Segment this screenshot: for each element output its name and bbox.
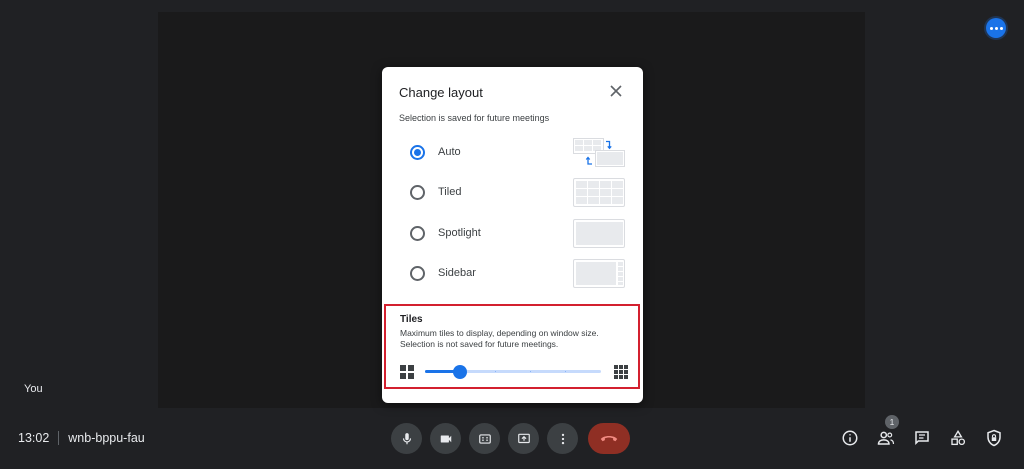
more-actions-button[interactable] <box>547 423 578 454</box>
tiles-slider-row <box>400 364 630 380</box>
option-label-tiled: Tiled <box>438 186 462 198</box>
tiles-description-line-1: Maximum tiles to display, depending on w… <box>400 328 599 338</box>
close-icon <box>610 85 622 97</box>
camera-button[interactable] <box>430 423 461 454</box>
option-label-spotlight: Spotlight <box>438 227 481 239</box>
people-icon <box>877 431 895 445</box>
captions-button[interactable] <box>469 423 500 454</box>
meeting-details-button[interactable] <box>838 426 862 450</box>
slider-tick <box>565 371 566 372</box>
slider-tick <box>530 371 531 372</box>
more-options-icon[interactable] <box>986 18 1006 38</box>
host-controls-button[interactable] <box>982 426 1006 450</box>
close-button[interactable] <box>608 83 624 99</box>
chat-icon <box>915 431 929 446</box>
auto-layout-preview-icon <box>573 138 625 167</box>
radio-spotlight[interactable] <box>410 225 425 241</box>
people-button[interactable]: 1 <box>874 415 899 450</box>
tiles-slider-handle[interactable] <box>453 365 467 379</box>
tiled-layout-preview-icon <box>573 178 625 207</box>
activities-icon <box>951 429 966 446</box>
tiles-description-line-2: Selection is not saved for future meetin… <box>400 339 559 349</box>
more-vert-icon <box>561 433 564 444</box>
shield-lock-icon <box>987 429 1001 447</box>
leave-call-button[interactable] <box>588 423 630 454</box>
dialog-title: Change layout <box>399 85 483 100</box>
change-layout-dialog: Change layout Selection is saved for fut… <box>382 67 643 403</box>
hang-up-icon <box>600 435 618 441</box>
camera-icon <box>440 435 451 442</box>
divider <box>58 431 60 445</box>
layout-option-sidebar[interactable]: Sidebar <box>410 257 632 289</box>
radio-auto[interactable] <box>410 144 425 160</box>
tiles-section: Tiles Maximum tiles to display, dependin… <box>384 304 640 389</box>
dialog-note: Selection is saved for future meetings <box>399 113 550 123</box>
chat-button[interactable] <box>910 426 934 450</box>
radio-sidebar[interactable] <box>410 265 425 281</box>
layout-option-tiled[interactable]: Tiled <box>410 176 632 208</box>
tiles-slider[interactable] <box>425 365 601 379</box>
present-screen-icon <box>517 433 530 443</box>
meeting-time: 13:02 <box>18 431 50 445</box>
tiles-description: Maximum tiles to display, depending on w… <box>400 328 635 350</box>
sidebar-layout-preview-icon <box>573 259 625 288</box>
meeting-code: wnb-bppu-fau <box>68 431 145 445</box>
radio-tiled[interactable] <box>410 184 425 200</box>
many-tiles-icon <box>614 365 628 379</box>
spotlight-layout-preview-icon <box>573 219 625 248</box>
microphone-button[interactable] <box>391 423 422 454</box>
option-label-sidebar: Sidebar <box>438 267 476 279</box>
participant-count-badge: 1 <box>885 415 899 429</box>
call-controls <box>391 423 630 454</box>
tiles-title: Tiles <box>400 314 423 325</box>
info-icon <box>842 430 858 446</box>
microphone-icon <box>402 432 411 444</box>
option-label-auto: Auto <box>438 146 461 158</box>
present-button[interactable] <box>508 423 539 454</box>
activities-button[interactable] <box>946 426 970 450</box>
side-panel-icons: 1 <box>838 415 1018 450</box>
layout-option-spotlight[interactable]: Spotlight <box>410 217 632 249</box>
layout-option-auto[interactable]: Auto <box>410 136 632 168</box>
meeting-info: 13:02 wnb-bppu-fau <box>18 431 145 445</box>
few-tiles-icon <box>400 365 414 379</box>
slider-tick <box>495 371 496 372</box>
captions-icon <box>478 433 491 444</box>
self-view-label: You <box>24 383 43 395</box>
